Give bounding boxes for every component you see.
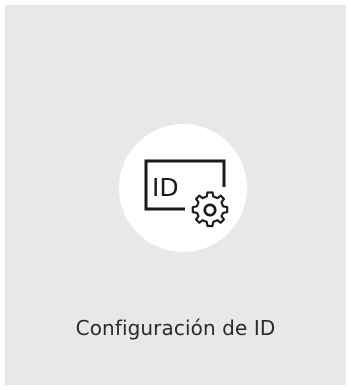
id-settings-tile[interactable]: ID Configuración de ID (5, 5, 346, 385)
gear-icon (191, 191, 229, 228)
icon-circle: ID (119, 124, 247, 252)
id-settings-icon: ID (144, 159, 229, 228)
tile-label: Configuración de ID (75, 316, 276, 340)
id-glyph-text: ID (152, 173, 179, 202)
